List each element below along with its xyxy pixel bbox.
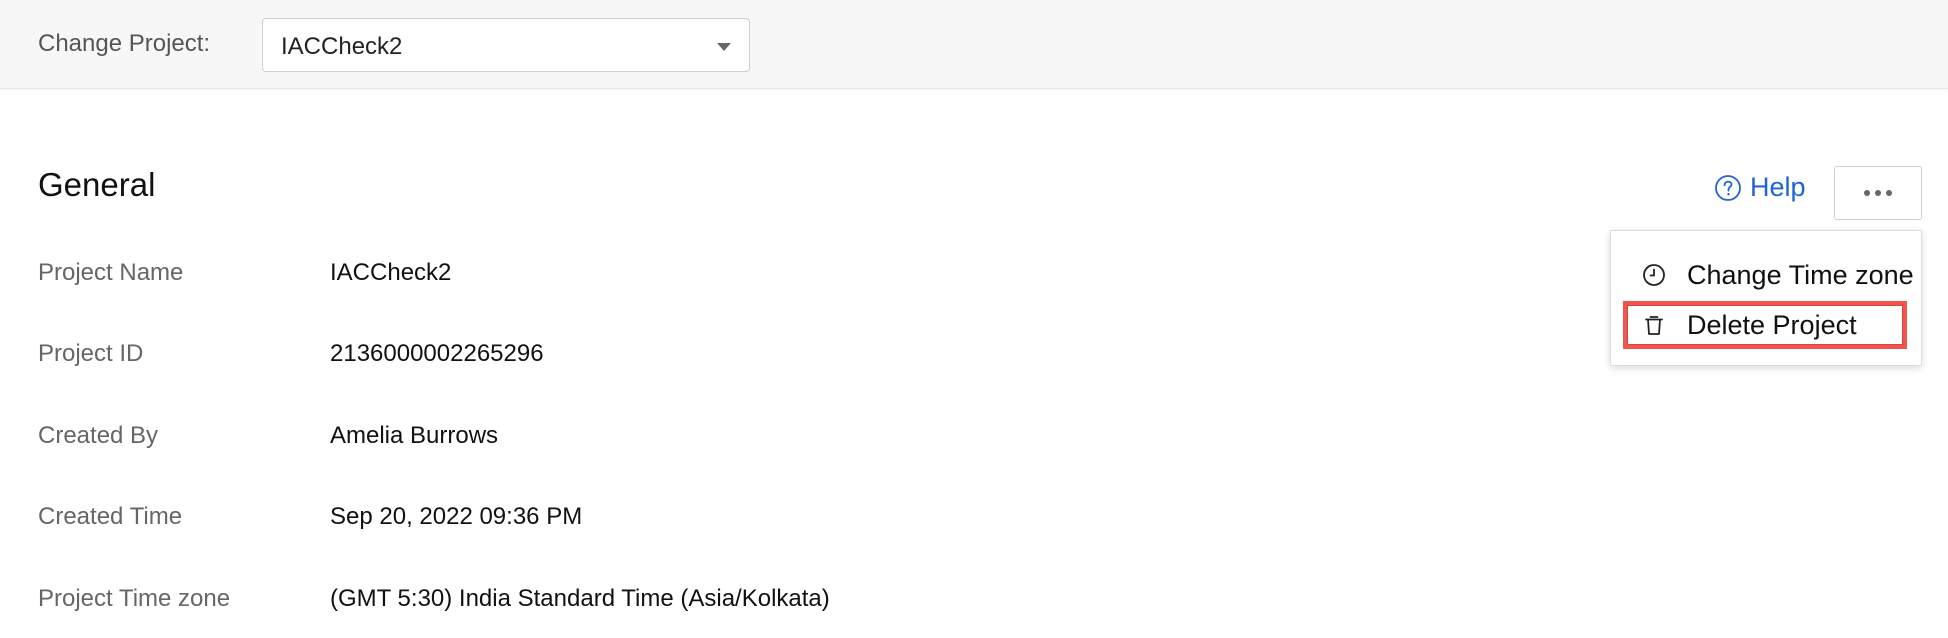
help-link[interactable]: Help [1714,172,1806,203]
detail-value: (GMT 5:30) India Standard Time (Asia/Kol… [330,585,830,612]
detail-label: Project Time zone [38,585,231,612]
change-project-label: Change Project: [38,30,211,57]
trash-icon [1645,316,1663,335]
detail-label: Project Name [38,259,184,286]
detail-value: Amelia Burrows [330,422,499,449]
caret-down-icon [717,43,731,51]
help-label: Help [1750,172,1806,202]
help-circle-icon [1715,174,1741,201]
more-options-button[interactable] [1834,166,1922,220]
detail-value: Sep 20, 2022 09:36 PM [330,503,583,530]
detail-label: Project ID [38,340,144,367]
detail-row-project-id: Project ID 2136000002265296 [0,340,1948,380]
detail-label: Created By [38,422,159,449]
detail-row-created-time: Created Time Sep 20, 2022 09:36 PM [0,503,1948,543]
project-select-value: IACCheck2 [281,33,403,60]
project-select[interactable]: IACCheck2 [262,18,750,72]
menu-item-label: Delete Project [1687,309,1857,340]
section-title: General [38,166,156,203]
top-bar: Change Project: IACCheck2 [0,0,1948,89]
detail-row-project-name: Project Name IACCheck2 [0,259,1948,299]
detail-value: 2136000002265296 [330,340,544,367]
detail-row-project-time-zone: Project Time zone (GMT 5:30) India Stand… [0,585,1948,625]
detail-value: IACCheck2 [330,259,452,286]
detail-label: Created Time [38,503,183,530]
detail-row-created-by: Created By Amelia Burrows [0,422,1948,462]
more-horizontal-icon [1864,190,1892,196]
